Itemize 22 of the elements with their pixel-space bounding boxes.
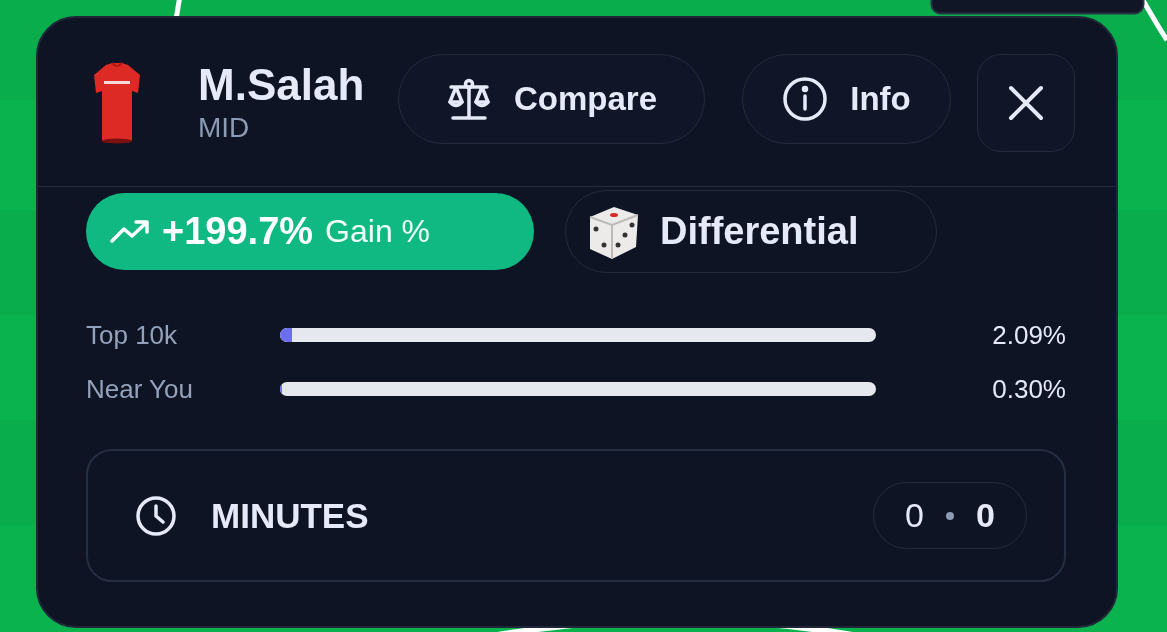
- ownership-label: Near You: [86, 373, 194, 405]
- player-name: M.Salah: [198, 61, 366, 109]
- clock-icon: [135, 494, 177, 537]
- compare-button[interactable]: Compare: [398, 54, 705, 144]
- info-icon: [782, 76, 829, 122]
- ownership-value: 2.09%: [991, 319, 1066, 351]
- stat-label: MINUTES: [211, 495, 370, 536]
- stat-value: 0: [976, 496, 995, 535]
- scale-icon: [445, 78, 492, 120]
- shirt-icon: [92, 61, 142, 145]
- gain-label: Gain %: [325, 213, 430, 250]
- gain-value: +199.7%: [162, 210, 314, 253]
- trend-up-icon: [110, 218, 150, 245]
- differential-label: Differential: [660, 210, 859, 253]
- close-button[interactable]: [977, 54, 1075, 152]
- separator-dot: [946, 511, 954, 520]
- info-button[interactable]: Info: [742, 54, 951, 144]
- ownership-label: Top 10k: [86, 319, 179, 351]
- stat-value: 0: [905, 496, 924, 535]
- ownership-value: 0.30%: [991, 373, 1066, 405]
- close-icon: [1008, 85, 1044, 121]
- player-position: MID: [198, 111, 251, 145]
